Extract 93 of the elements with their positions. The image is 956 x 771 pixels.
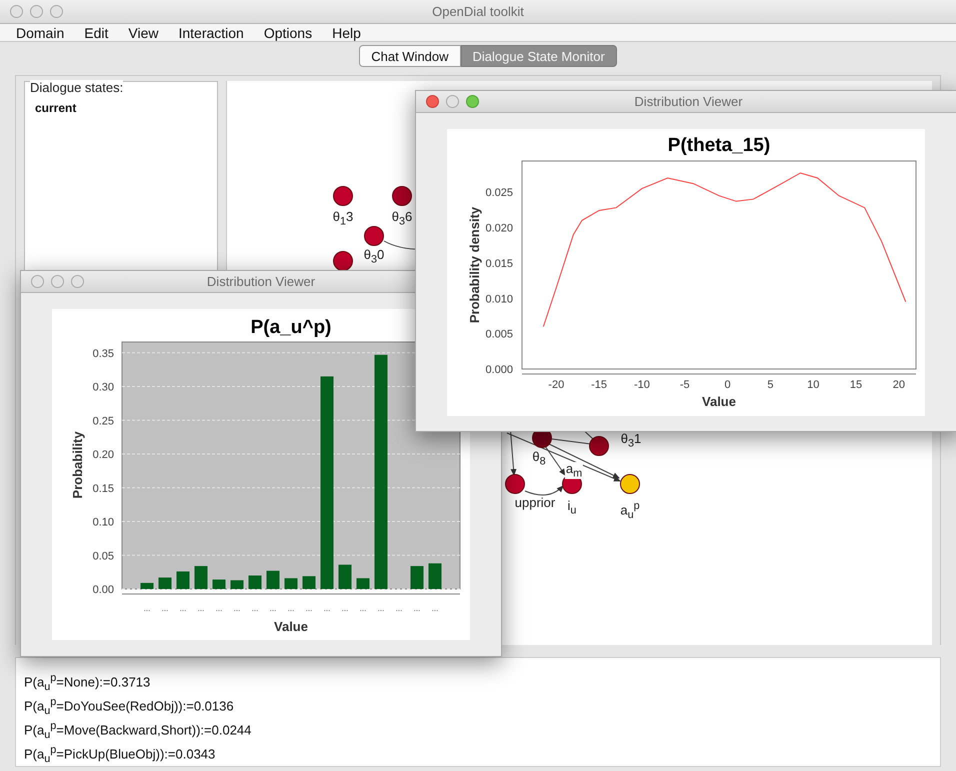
graph-node[interactable] [505,474,525,494]
tick-label: 0.015 [485,258,513,270]
bar [428,563,442,589]
tick-label: 5 [767,379,774,391]
tick-label: ... [162,604,168,613]
graph-node[interactable] [364,226,384,246]
tick-label: 0.025 [485,187,513,200]
graph-node[interactable] [392,186,412,206]
tick-label: 20 [892,379,905,391]
window-title: Distribution Viewer [634,94,743,109]
menu-item[interactable]: Help [332,24,361,41]
tick-label: 0.00 [92,584,114,596]
node-label: i$_{u}$ [568,499,576,516]
bar [338,564,352,589]
tick-label: 15 [850,379,862,391]
close-button[interactable] [426,95,439,108]
tick-label: 0.005 [485,328,513,341]
tick-label: -5 [680,379,690,391]
tick-label: ... [414,604,420,613]
panel-title: Dialogue states: [30,80,124,95]
axis-label: Value [702,394,736,409]
tick-label: ... [198,604,204,613]
window-title: Distribution Viewer [206,274,316,289]
node-label: θ$_{8}$ [532,450,546,468]
chart-title: P(theta_15) [668,135,770,156]
menu-item[interactable]: Edit [84,24,108,41]
menu-item[interactable]: Options [264,24,312,41]
bar [410,566,424,589]
tick-label: 0.15 [92,482,114,495]
tick-label: 0.020 [485,222,513,234]
tick-label: ... [180,604,186,613]
tab[interactable]: Chat Window [359,45,461,67]
edge-label: a$_{m}$ [564,462,584,480]
bar [302,576,316,589]
tick-label: ... [144,604,150,613]
tick-label: 0.25 [92,415,114,428]
tick-label: 0.000 [485,364,513,376]
tick-label: -15 [591,379,608,391]
tick-label: 0.35 [92,348,114,360]
tick-label: 10 [807,379,820,391]
state-item[interactable]: current [35,101,76,115]
tick-label: ... [270,604,276,613]
tick-label: ... [216,604,222,613]
bar [194,566,208,589]
tick-label: 0 [724,379,731,391]
menu-item[interactable]: View [128,24,158,41]
bar [356,578,370,589]
tick-label: 0.010 [485,293,513,306]
node-label: upprior [514,496,556,509]
node-label: θ$_{3}$1 [620,432,642,450]
graph-node[interactable] [333,251,353,271]
tick-label: ... [324,604,330,613]
bar [158,578,172,589]
tick-label: 0.05 [92,550,114,562]
axis-label: Probability density [467,206,482,324]
bar [284,578,298,589]
axis-label: Probability [70,431,85,499]
window-title: OpenDial toolkit [432,4,524,20]
tick-label: ... [432,604,438,613]
tick-label: ... [342,604,348,613]
tick-label: 0.30 [92,382,114,394]
node-label: θ$_{1}$3 [332,210,354,228]
graph-node[interactable] [333,186,353,206]
tick-label: ... [306,604,312,613]
graph-node[interactable] [589,436,609,456]
graph-node[interactable] [620,474,640,494]
tick-label: ... [252,604,258,613]
tick-label: ... [378,604,384,613]
chart-title: P(a_u^p) [250,317,332,338]
edge-arrow [524,485,564,496]
output-line: P(a$_{u}$$^{p}$=DoYouSee(RedObj)):=0.0136 [24,695,235,714]
bar [266,570,280,589]
tick-label: ... [288,604,294,613]
output-line: P(a$_{u}$$^{p}$=PickUp(BlueObj)):=0.0343 [24,743,216,762]
tick-label: 0.20 [92,449,114,462]
menu-item[interactable]: Interaction [178,24,244,41]
zoom-button[interactable] [466,95,479,108]
tick-label: -20 [548,379,564,391]
bar [230,580,244,589]
tick-label: ... [234,604,240,613]
tick-label: ... [360,604,366,613]
node-label: θ$_{3}$0 [364,248,384,266]
menu-item[interactable]: Domain [16,24,64,41]
bar [176,571,190,589]
axis-label: Value [274,619,308,634]
tick-label: 0.10 [92,516,114,529]
node-label: θ$_{3}$6 [392,210,412,228]
tick-label: -10 [634,379,650,391]
output-line: P(a$_{u}$$^{p}$=Move(Backward,Short)):=0.0244 [24,719,252,738]
bar [212,580,226,589]
bar [248,576,262,589]
tick-label: ... [396,604,402,613]
output-line: P(a$_{u}$$^{p}$=None):=0.3713 [24,671,152,690]
